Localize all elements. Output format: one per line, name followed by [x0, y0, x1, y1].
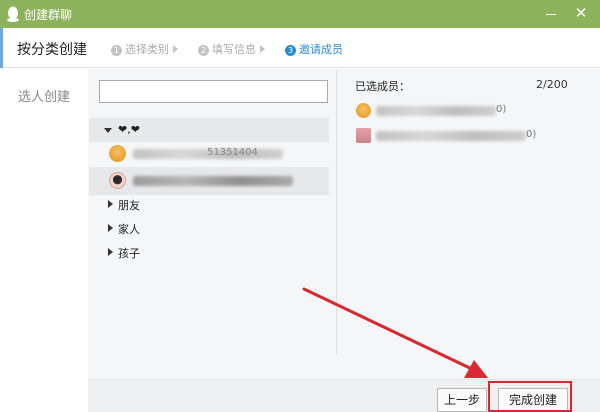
- caret-right-icon: [108, 248, 113, 256]
- minimize-button[interactable]: [540, 2, 562, 24]
- search-input[interactable]: [99, 80, 328, 103]
- selected-count: 2/200: [536, 78, 568, 91]
- group-label: 孩子: [118, 247, 140, 260]
- step-label: 选择类别: [125, 43, 169, 56]
- panel-divider: [336, 69, 337, 355]
- group-children[interactable]: 孩子: [89, 240, 329, 264]
- avatar: [109, 172, 126, 189]
- group-label: ❤,❤: [118, 123, 140, 136]
- tab-category-create[interactable]: 按分类创建: [0, 28, 100, 68]
- selected-member-item[interactable]: 0): [352, 100, 582, 122]
- qq-penguin-icon: [7, 6, 19, 22]
- blurred-name: [376, 131, 526, 141]
- avatar: [356, 128, 371, 143]
- list-item-member[interactable]: [89, 167, 329, 195]
- list-item-member[interactable]: 51351404: [89, 140, 329, 168]
- avatar: [356, 103, 371, 118]
- contact-tree: ❤,❤ 51351404 朋友 家人 孩子: [89, 114, 329, 364]
- selected-member-item[interactable]: 0): [352, 125, 582, 147]
- close-button[interactable]: ✕: [570, 2, 592, 24]
- nav-select-people[interactable]: 选人创建: [18, 86, 70, 105]
- step-label: 邀请成员: [299, 43, 343, 56]
- caret-down-icon: [104, 128, 112, 133]
- member-id-fragment: 51351404: [207, 147, 258, 158]
- group-friends[interactable]: 朋友: [89, 192, 329, 216]
- step-fill-info: 2 填写信息: [198, 41, 265, 57]
- step-label: 填写信息: [212, 43, 256, 56]
- highlight-box: [488, 381, 572, 412]
- group-label: 家人: [118, 223, 140, 236]
- step-arrow-icon: [260, 45, 265, 53]
- left-nav: 选人创建: [0, 69, 88, 412]
- step-select-category: 1 选择类别: [111, 41, 178, 57]
- group-expanded[interactable]: ❤,❤: [89, 118, 329, 142]
- avatar: [109, 145, 126, 162]
- step-invite-members: 3 邀请成员: [285, 41, 343, 57]
- window-title: 创建群聊: [24, 8, 73, 22]
- blurred-name: [376, 106, 496, 116]
- category-tab-label: 按分类创建: [17, 42, 87, 58]
- group-family[interactable]: 家人: [89, 216, 329, 240]
- caret-right-icon: [108, 224, 113, 232]
- title-bar: 创建群聊 ✕: [0, 0, 600, 28]
- header-bar: 按分类创建 1 选择类别 2 填写信息 3 邀请成员: [0, 28, 600, 68]
- group-label: 朋友: [118, 199, 140, 212]
- member-id-fragment: 0): [526, 129, 537, 140]
- prev-step-button[interactable]: 上一步: [437, 388, 487, 412]
- member-id-fragment: 0): [496, 104, 507, 115]
- blurred-name: [133, 176, 293, 186]
- step-arrow-icon: [173, 45, 178, 53]
- selected-members-title: 已选成员：: [355, 80, 410, 93]
- caret-right-icon: [108, 200, 113, 208]
